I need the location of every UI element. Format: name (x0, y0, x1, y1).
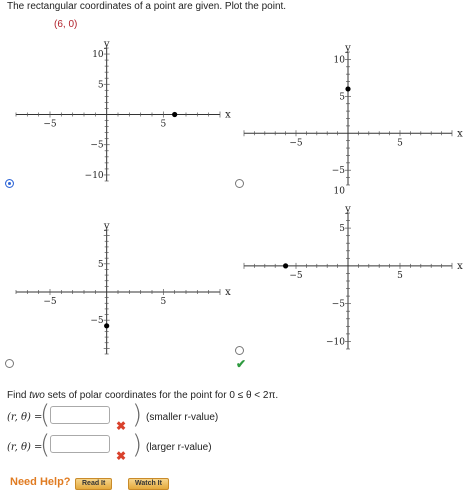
need-help-label: Need Help? (10, 476, 71, 488)
y-tick-label: 10 (334, 55, 346, 65)
radio-option-a[interactable] (5, 179, 14, 188)
plotted-point (345, 86, 351, 92)
radio-option-d[interactable] (235, 346, 244, 355)
y-tick-label: −5 (332, 166, 346, 176)
plotted-point (283, 263, 289, 269)
watch-it-button[interactable]: Watch It (128, 478, 169, 490)
right-paren-2: ) (132, 430, 143, 460)
graph-option-a[interactable]: −5 5 10 5 −5 −10 x y (12, 39, 234, 185)
y-tick-label: −5 (90, 316, 104, 326)
polar-prompt-pre: Find (7, 390, 30, 401)
x-axis-label: x (457, 261, 463, 272)
graph-option-b[interactable]: −5 5 10 5 −5 x y (240, 43, 466, 189)
y-axis-label: y (344, 43, 351, 54)
graph-c-svg: −5 5 5 −5 x y (15, 221, 231, 355)
x-tick-label: −5 (43, 297, 57, 307)
wrong-x-icon-2: ✖ (116, 449, 127, 463)
graph-d-svg: −5 5 10 5 −5 −10 x y (243, 186, 463, 350)
wrong-x-icon-1: ✖ (116, 419, 127, 433)
y-axis-label: y (344, 204, 351, 215)
left-paren-1: ( (40, 400, 51, 430)
read-it-button[interactable]: Read It (75, 478, 113, 490)
x-tick-label: −5 (43, 120, 57, 130)
correct-check-icon: ✔ (236, 357, 247, 371)
polar-row-1-desc: (smaller r-value) (146, 412, 219, 423)
plotted-point (172, 111, 178, 118)
graph-b-svg: −5 5 10 5 −5 x y (243, 43, 463, 186)
polar-row-2-label: (r, θ) = (7, 442, 43, 453)
y-tick-label: −5 (332, 300, 346, 310)
y-tick-label: −10 (85, 171, 104, 181)
question-text: The rectangular coordinates of a point a… (7, 1, 287, 12)
x-axis-label: x (225, 110, 231, 121)
x-tick-label: 5 (397, 271, 403, 281)
plotted-point (104, 323, 110, 329)
given-point-value: (6, 0) (54, 19, 78, 30)
x-axis-label: x (225, 287, 231, 298)
polar-row-1-label: (r, θ) = (7, 412, 43, 423)
graph-option-d[interactable]: −5 5 10 5 −5 −10 x y (240, 186, 466, 353)
polar-prompt-post: sets of polar coordinates for the point … (44, 390, 279, 401)
y-tick-label: 10 (334, 186, 346, 196)
polar-row-2-desc: (larger r-value) (146, 442, 212, 453)
y-tick-label: 5 (98, 260, 104, 270)
x-tick-label: 5 (397, 138, 403, 148)
graph-option-c[interactable]: −5 5 5 −5 x y (12, 221, 234, 358)
y-tick-label: 5 (339, 92, 345, 102)
graph-a-svg: −5 5 10 5 −5 −10 x y (15, 39, 231, 182)
radio-option-b[interactable] (235, 179, 244, 188)
x-axis-label: x (457, 128, 463, 139)
y-axis-label: y (103, 221, 110, 232)
given-point: (6, 0) (54, 19, 77, 30)
x-tick-label: 5 (160, 120, 166, 130)
y-tick-label: −5 (90, 141, 104, 151)
x-tick-label: −5 (289, 271, 303, 281)
y-tick-label: 5 (98, 80, 104, 90)
polar-answer-1-input[interactable] (50, 406, 110, 424)
y-tick-label: 5 (339, 224, 345, 234)
y-tick-label: 10 (92, 50, 104, 60)
left-paren-2: ( (40, 430, 51, 460)
x-tick-label: 5 (160, 297, 166, 307)
radio-option-c[interactable] (5, 359, 14, 368)
x-tick-label: −5 (289, 138, 303, 148)
polar-answer-2-input[interactable] (50, 435, 110, 453)
y-tick-label: −10 (326, 337, 345, 347)
y-axis-label: y (103, 39, 110, 50)
right-paren-1: ) (132, 400, 143, 430)
